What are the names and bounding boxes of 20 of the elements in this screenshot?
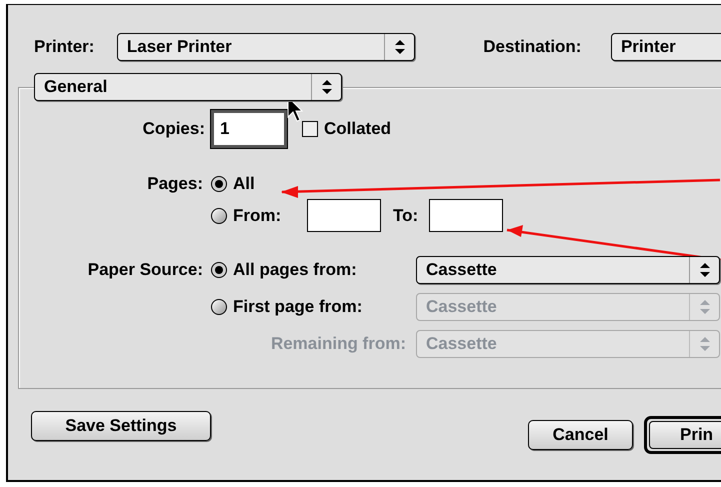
checkbox-label: Collated xyxy=(324,118,392,140)
popup-menu[interactable]: General xyxy=(34,73,342,101)
field-label: To: xyxy=(393,204,420,227)
radio-label: First page from: xyxy=(233,296,364,318)
dialog-button[interactable]: Cancel xyxy=(528,420,633,450)
radio-label: All xyxy=(233,173,255,196)
field-label: Pages: xyxy=(146,173,204,196)
radio-label: All pages from: xyxy=(233,259,358,282)
popup-menu[interactable]: Laser Printer xyxy=(116,33,416,61)
radio-label: From: xyxy=(233,204,282,227)
field-label: Copies: xyxy=(142,118,206,140)
popup-menu[interactable]: Cassette xyxy=(416,256,720,284)
save-settings-button[interactable]: Save Settings xyxy=(31,411,211,441)
popup-menu[interactable]: Printer xyxy=(610,33,721,61)
field-label: Destination: xyxy=(483,36,582,58)
field-label: Remaining from: xyxy=(270,333,407,356)
dialog-button[interactable]: Prin xyxy=(644,416,721,454)
field-label: Paper Source: xyxy=(86,259,204,282)
input-field[interactable]: 1 xyxy=(211,110,287,148)
field-label: Printer: xyxy=(34,36,96,58)
